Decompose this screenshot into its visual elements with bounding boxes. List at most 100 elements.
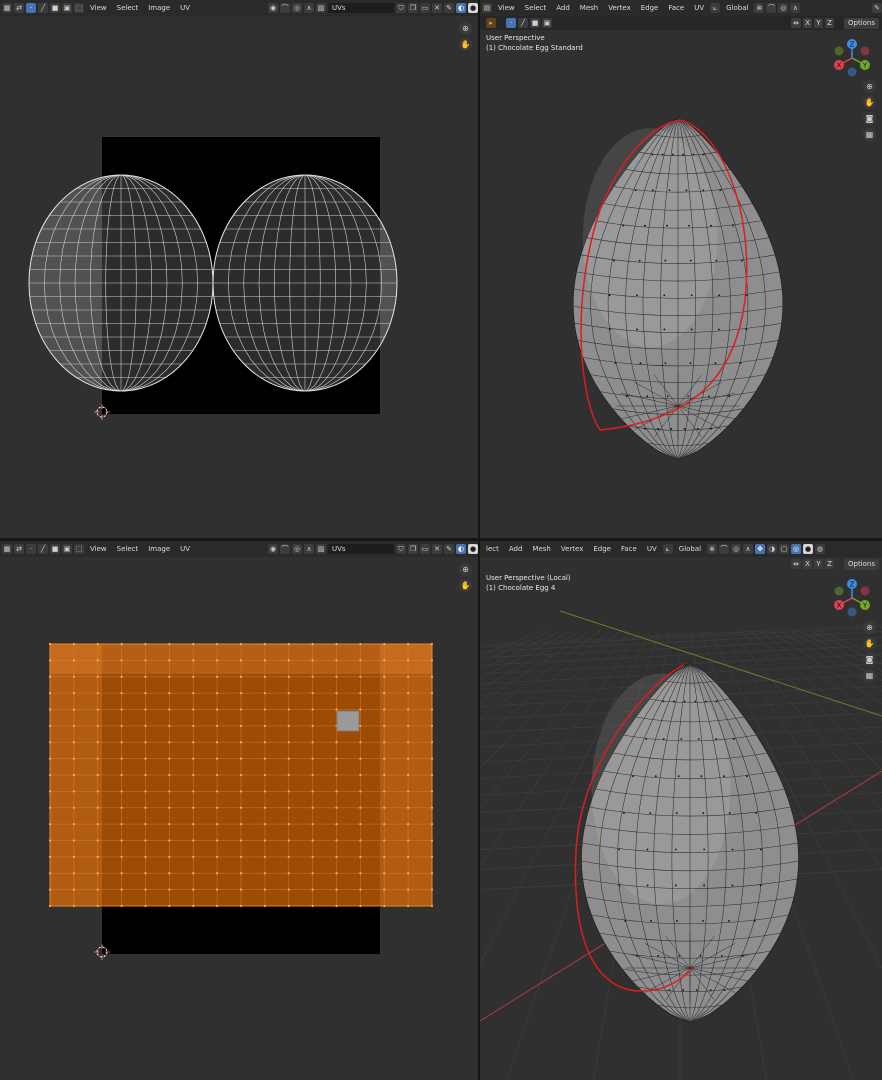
uv-vertex: [96, 692, 99, 695]
uv-vertex: [383, 855, 386, 858]
uv-vertex: [168, 904, 171, 908]
mesh-vertex: [718, 294, 720, 297]
uv-vertex: [120, 839, 123, 842]
uv-vertex: [335, 823, 338, 826]
uv-vertex: [263, 904, 266, 908]
mesh-vertex: [753, 920, 756, 922]
uv-vertex: [359, 773, 362, 777]
grid-line: [480, 626, 882, 648]
uv-vertex: [311, 757, 314, 760]
uv-vertex: [287, 642, 290, 646]
viewport-canvas: Z Y X: [480, 579, 882, 1080]
uv-vertex: [72, 790, 75, 793]
uv-vertex: [216, 741, 219, 744]
viewport-top[interactable]: ▤ View Select Add Mesh Vertex Edge Face …: [480, 0, 882, 538]
uv-vertex: [96, 790, 99, 793]
unselected-face: [336, 710, 360, 732]
grid-icon[interactable]: ▦: [863, 669, 876, 682]
uv-vertex: [96, 806, 99, 809]
uv-vertex: [168, 757, 171, 760]
viewport-bottom[interactable]: lect Add Mesh Vertex Edge Face UV ⟀ Glob…: [480, 541, 882, 1080]
mesh-vertex: [690, 294, 693, 297]
uv-vertex: [430, 872, 434, 875]
uv-vertex: [96, 888, 99, 891]
uv-vertex: [311, 855, 314, 858]
uv-vertex: [192, 675, 195, 678]
uv-vertex: [168, 806, 171, 809]
uv-vertex: [407, 888, 410, 891]
camera-icon[interactable]: ◙: [863, 653, 876, 666]
grid-icon[interactable]: ▦: [863, 128, 876, 141]
mesh-vertex: [649, 812, 652, 814]
uv-vertex: [144, 757, 147, 760]
uv-vertex: [383, 757, 386, 760]
uv-vertex: [407, 741, 410, 744]
uv-vertex: [72, 904, 75, 908]
uv-vertex: [335, 872, 338, 875]
gizmo-neg-x: [860, 586, 870, 596]
uv-vertex: [192, 642, 195, 646]
zoom-icon[interactable]: ⊕: [863, 80, 876, 93]
uv-vertex: [216, 839, 219, 842]
uv-vertex: [430, 888, 434, 891]
uv-vertex: [144, 642, 147, 646]
uv-vertex: [311, 823, 314, 826]
uv-vertex: [287, 741, 290, 744]
mesh-vertex: [699, 954, 702, 957]
mesh-vertex: [707, 395, 710, 398]
uv-vertex: [120, 708, 123, 711]
uv-vertex: [239, 790, 243, 793]
uv-vertex: [311, 773, 314, 777]
uv-vertex: [287, 855, 290, 858]
uv-vertex: [359, 872, 362, 875]
uv-vertex: [96, 642, 99, 646]
grid-line: [480, 630, 561, 671]
camera-icon[interactable]: ◙: [863, 112, 876, 125]
uv-vertex: [48, 757, 52, 760]
mesh-vertex: [645, 738, 648, 740]
mesh-vertex: [683, 427, 686, 430]
uv-vertex: [383, 806, 386, 809]
pan-hand-icon[interactable]: ✋: [863, 96, 876, 109]
mesh-vertex: [677, 775, 680, 778]
mesh-vertex: [715, 738, 718, 740]
mesh-vertex: [715, 700, 718, 703]
mesh-vertex: [759, 884, 762, 887]
uv-vertex: [144, 790, 147, 793]
uv-vertex: [407, 773, 410, 777]
mesh-vertex: [705, 700, 707, 703]
mesh-vertex: [759, 848, 762, 851]
uv-vertex: [144, 839, 147, 842]
uv-editor-bottom[interactable]: ▦ ⇄ · ╱ ■ ▣ ⬚ View Select Image UV ◉ ⌒ ◎…: [0, 541, 478, 1080]
mesh-vertex: [646, 848, 649, 851]
uv-vertex: [120, 806, 123, 809]
uv-vertex: [287, 904, 290, 908]
uv-vertex: [48, 790, 52, 793]
uv-vertex: [263, 741, 266, 744]
uv-vertex: [239, 708, 243, 711]
mesh-vertex: [720, 954, 723, 957]
uv-vertex: [287, 724, 290, 727]
uv-vertex: [239, 724, 243, 727]
uv-vertex: [359, 888, 362, 891]
uv-editor-top[interactable]: ▦ ⇄ · ╱ ■ ▣ ⬚ View Select Image UV ◉ ⌒ ◎…: [0, 0, 478, 538]
uv-vertex: [168, 708, 171, 711]
uv-vertex: [239, 642, 243, 646]
uv-vertex: [407, 790, 410, 793]
uv-vertex: [48, 659, 52, 662]
pan-hand-icon[interactable]: ✋: [863, 637, 876, 650]
mesh-vertex: [625, 395, 628, 398]
navigation-gizmo[interactable]: Z Y X: [834, 39, 870, 77]
uv-vertex: [335, 741, 338, 744]
uv-vertex: [96, 823, 99, 826]
navigation-gizmo[interactable]: Z Y X: [834, 579, 870, 617]
uv-vertex: [311, 642, 314, 646]
mesh-vertex: [689, 362, 692, 365]
uv-vertex: [168, 855, 171, 858]
zoom-icon[interactable]: ⊕: [863, 621, 876, 634]
uv-vertex: [96, 904, 99, 908]
uv-vertex: [430, 757, 434, 760]
mesh-vertex: [697, 427, 699, 430]
uv-vertex: [239, 757, 243, 760]
mesh-vertex: [714, 362, 717, 365]
